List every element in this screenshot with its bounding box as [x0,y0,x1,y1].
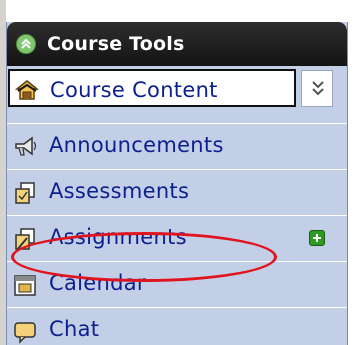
assessments-label: Assessments [49,179,190,203]
tool-item-calendar[interactable]: Calendar [7,261,347,306]
tool-item-assignments[interactable]: Assignments [7,215,347,260]
chat-label: Chat [49,317,100,341]
collapse-up-icon[interactable] [16,34,36,54]
panel-title: Course Tools [47,33,185,55]
course-content-dropdown-button[interactable] [301,70,333,107]
add-icon[interactable] [309,230,325,246]
double-chevron-down-icon [312,81,324,96]
megaphone-icon [12,134,38,160]
panel-header: Course Tools [7,22,347,66]
assessments-icon [12,180,38,206]
tool-item-assessments[interactable]: Assessments [7,169,347,214]
assignments-label: Assignments [49,225,187,249]
course-content-icon [14,77,40,103]
announcements-label: Announcements [49,133,224,157]
course-content-select[interactable]: Course Content [8,69,296,107]
course-content-label: Course Content [50,78,218,102]
tool-item-announcements[interactable]: Announcements [7,123,347,168]
course-tools-panel: Course Tools Course Content Announcement… [6,22,348,345]
assignments-icon [12,226,38,252]
calendar-label: Calendar [49,271,146,295]
top-blank-area [0,0,361,22]
calendar-icon [12,272,38,298]
chat-icon [12,318,38,344]
tool-item-chat[interactable]: Chat [7,307,347,345]
